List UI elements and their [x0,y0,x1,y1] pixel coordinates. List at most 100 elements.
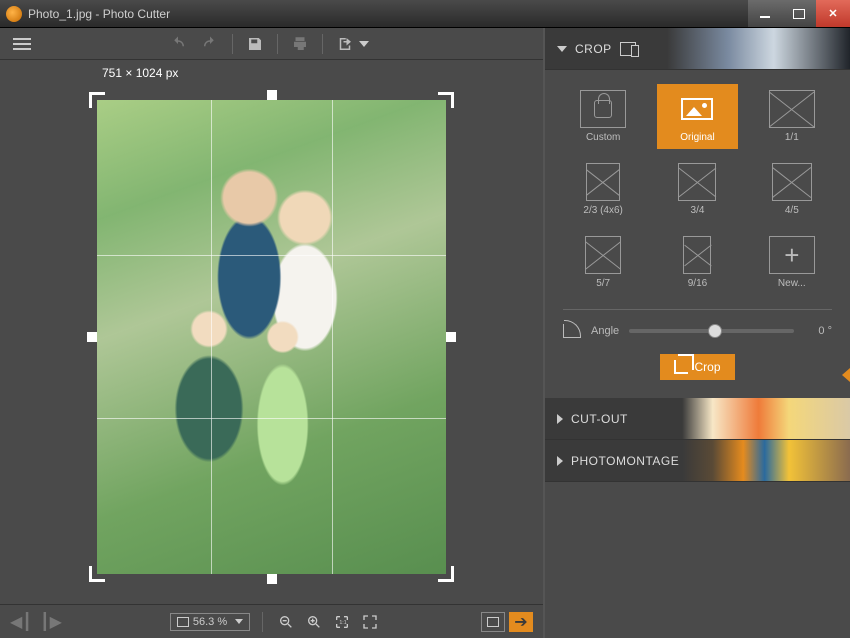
chevron-right-icon [557,414,563,424]
ratio-label: 4/5 [785,205,799,216]
ratio-new[interactable]: + New... [752,230,832,295]
panel-title: PHOTOMONTAGE [571,454,679,468]
undo-button[interactable] [164,32,192,56]
canvas-area[interactable]: 751 × 1024 px [0,60,543,604]
zoom-in-button[interactable] [303,611,325,633]
ratio-label: 9/16 [688,278,707,289]
crop-handle-edge[interactable] [267,574,277,584]
redo-button[interactable] [196,32,224,56]
ratio-2-3[interactable]: 2/3 (4x6) [563,157,643,222]
print-button[interactable] [286,32,314,56]
ratio-label: 1/1 [785,132,799,143]
collapse-icon: ➔ [514,612,527,632]
actual-size-button[interactable]: 1:1 [331,611,353,633]
zoom-out-icon [278,614,294,630]
plus-icon: + [784,242,799,268]
crop-handle-edge[interactable] [87,332,97,342]
angle-slider[interactable] [629,329,794,333]
lock-icon [594,100,612,118]
window-maximize-button[interactable] [782,0,816,27]
grid-line [97,255,446,256]
next-image-button[interactable]: ┃▶ [40,612,62,632]
ratio-label: 2/3 (4x6) [583,205,622,216]
crop-icon [674,360,688,374]
panel-title: CUT-OUT [571,412,628,426]
side-panel: CROP Custom Original 1/1 2/3 [545,28,850,638]
divider [563,309,832,310]
crop-frame[interactable] [89,92,454,582]
panel-title: CROP [575,42,612,56]
window-titlebar: Photo_1.jpg - Photo Cutter [0,0,850,28]
crop-panel-body: Custom Original 1/1 2/3 (4x6) 3/4 [545,70,850,398]
crop-handle-corner[interactable] [438,92,454,108]
window-title: Photo_1.jpg - Photo Cutter [28,7,748,21]
panel-header-crop[interactable]: CROP [545,28,850,70]
export-icon [336,35,354,53]
ratio-label: Custom [586,132,620,143]
menu-button[interactable] [8,32,36,56]
dimensions-label: 751 × 1024 px [102,66,178,80]
slider-thumb[interactable] [708,324,722,338]
panel-header-cutout[interactable]: CUT-OUT [545,398,850,440]
angle-label: Angle [591,325,619,337]
ratio-5-7[interactable]: 5/7 [563,230,643,295]
ratio-label: 3/4 [691,205,705,216]
crop-handle-edge[interactable] [267,90,277,100]
ratio-label: Original [680,132,714,143]
chevron-right-icon [557,456,563,466]
hamburger-icon [13,38,31,50]
ratio-1-1[interactable]: 1/1 [752,84,832,149]
ratio-original[interactable]: Original [657,84,737,149]
compare-view-button[interactable] [481,612,505,632]
angle-value: 0 ° [804,325,832,337]
expand-arrow-icon[interactable] [842,368,850,382]
ratio-label: 5/7 [596,278,610,289]
app-icon [6,6,22,22]
crop-handle-corner[interactable] [438,566,454,582]
window-close-button[interactable] [816,0,850,27]
zoom-value: 56.3 % [193,616,227,628]
crop-button-label: Crop [694,360,720,374]
ratio-9-16[interactable]: 9/16 [657,230,737,295]
export-dropdown-icon[interactable] [359,41,369,47]
ratio-3-4[interactable]: 3/4 [657,157,737,222]
ratio-label: New... [778,278,806,289]
redo-icon [201,35,219,53]
zoom-out-button[interactable] [275,611,297,633]
fit-icon [177,617,189,627]
fit-screen-button[interactable] [359,611,381,633]
grid-line [332,100,333,574]
photo-preview [97,100,446,574]
fit-screen-icon [362,614,378,630]
ratio-4-5[interactable]: 4/5 [752,157,832,222]
image-icon [681,98,713,120]
crop-handle-edge[interactable] [446,332,456,342]
print-icon [291,35,309,53]
crop-panel-icon [620,42,636,56]
crop-handle-corner[interactable] [89,566,105,582]
zoom-level-dropdown[interactable]: 56.3 % [170,613,250,631]
prev-image-button[interactable]: ◀┃ [10,612,32,632]
chevron-down-icon [235,619,243,624]
angle-control: Angle 0 ° [563,324,832,338]
svg-text:1:1: 1:1 [339,620,346,626]
export-button[interactable] [331,32,359,56]
crop-handle-corner[interactable] [89,92,105,108]
save-button[interactable] [241,32,269,56]
zoom-in-icon [306,614,322,630]
side-panel-toggle[interactable]: ➔ [509,612,533,632]
grid-line [97,418,446,419]
aspect-ratio-grid: Custom Original 1/1 2/3 (4x6) 3/4 [563,84,832,295]
ratio-custom[interactable]: Custom [563,84,643,149]
grid-line [211,100,212,574]
actual-size-icon: 1:1 [334,614,350,630]
bottom-bar: ◀┃ ┃▶ 56.3 % 1:1 [0,604,543,638]
angle-icon [563,324,581,338]
undo-icon [169,35,187,53]
chevron-down-icon [557,46,567,52]
save-icon [246,35,264,53]
window-icon [487,617,499,627]
crop-button[interactable]: Crop [660,354,734,380]
panel-header-photomontage[interactable]: PHOTOMONTAGE [545,440,850,482]
window-minimize-button[interactable] [748,0,782,27]
